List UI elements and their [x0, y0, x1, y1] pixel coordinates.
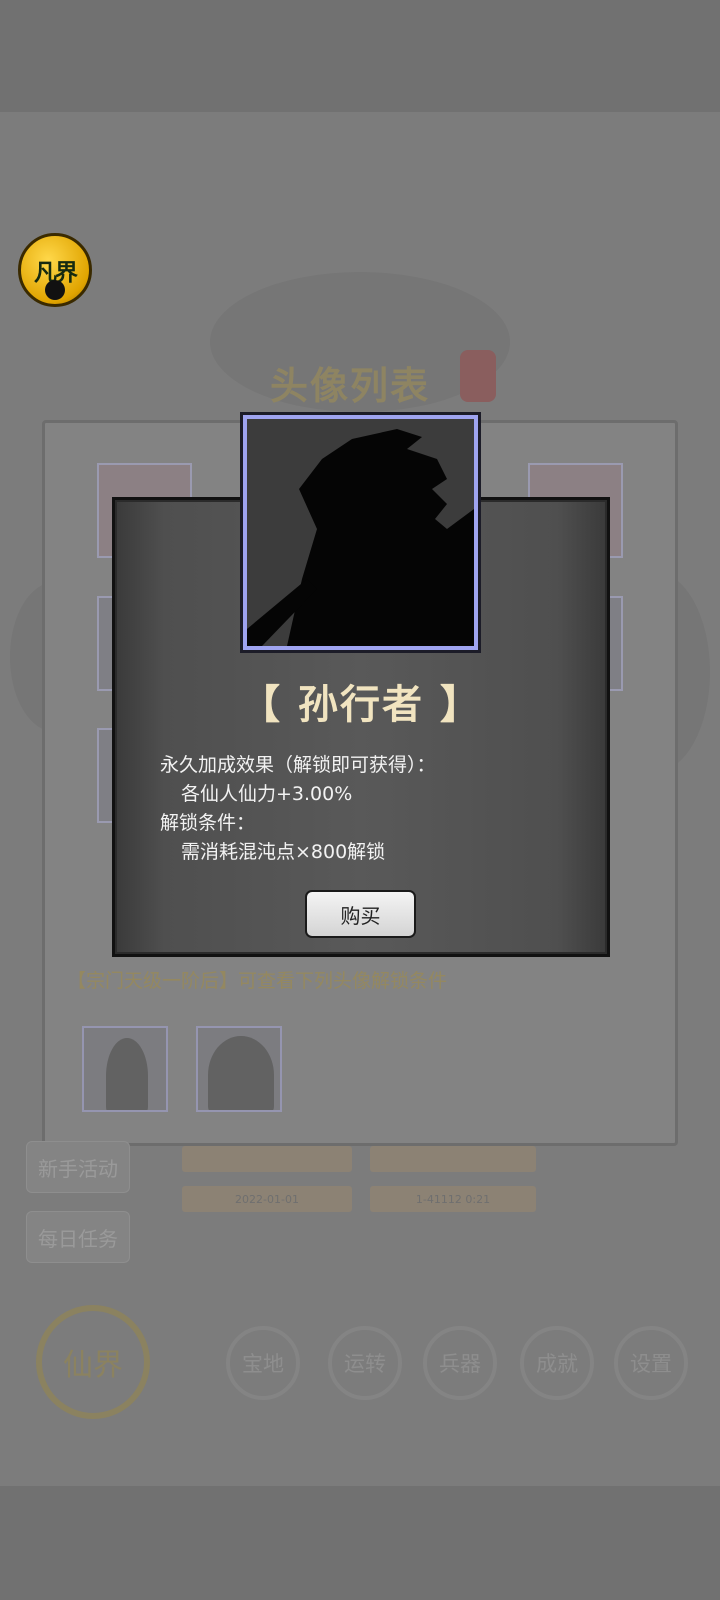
bonus-value: 各仙人仙力+3.00%	[181, 783, 353, 805]
stub-label: 1-41112 0:21	[370, 1186, 536, 1212]
silhouette-icon	[106, 1038, 148, 1110]
unlock-heading: 解锁条件：	[160, 812, 256, 834]
nav-weapons[interactable]: 兵器	[423, 1326, 497, 1400]
locked-avatar-thumb[interactable]	[82, 1026, 168, 1112]
daily-task-button[interactable]: 每日任务	[26, 1211, 130, 1263]
nav-achievements[interactable]: 成就	[520, 1326, 594, 1400]
nav-operation[interactable]: 运转	[328, 1326, 402, 1400]
character-name: 【 孙行者 】	[240, 681, 482, 728]
character-portrait	[243, 415, 478, 650]
unlock-value: 需消耗混沌点×800解锁	[181, 841, 386, 863]
gourd-icon	[45, 280, 65, 300]
panel-stub	[370, 1146, 536, 1172]
stub-label: 2022-01-01	[182, 1186, 352, 1212]
panel-stub	[182, 1146, 352, 1172]
top-bar	[0, 0, 720, 112]
character-silhouette-icon	[247, 419, 474, 646]
nav-treasure-land[interactable]: 宝地	[226, 1326, 300, 1400]
seal-icon	[460, 350, 496, 402]
newbie-event-button[interactable]: 新手活动	[26, 1141, 130, 1193]
locked-avatar-thumb[interactable]	[196, 1026, 282, 1112]
bottom-bar	[0, 1486, 720, 1600]
nav-immortal-realm[interactable]: 仙界	[36, 1305, 150, 1419]
nav-settings[interactable]: 设置	[614, 1326, 688, 1400]
realm-badge[interactable]: 凡界	[18, 233, 92, 307]
silhouette-icon	[208, 1036, 274, 1110]
unlock-notice: 【宗门天级一阶后】可查看下列头像解锁条件	[67, 970, 448, 992]
avatar-list-title: 头像列表	[270, 363, 431, 408]
bonus-heading: 永久加成效果（解锁即可获得）：	[160, 754, 436, 776]
buy-button[interactable]: 购买	[305, 890, 416, 938]
